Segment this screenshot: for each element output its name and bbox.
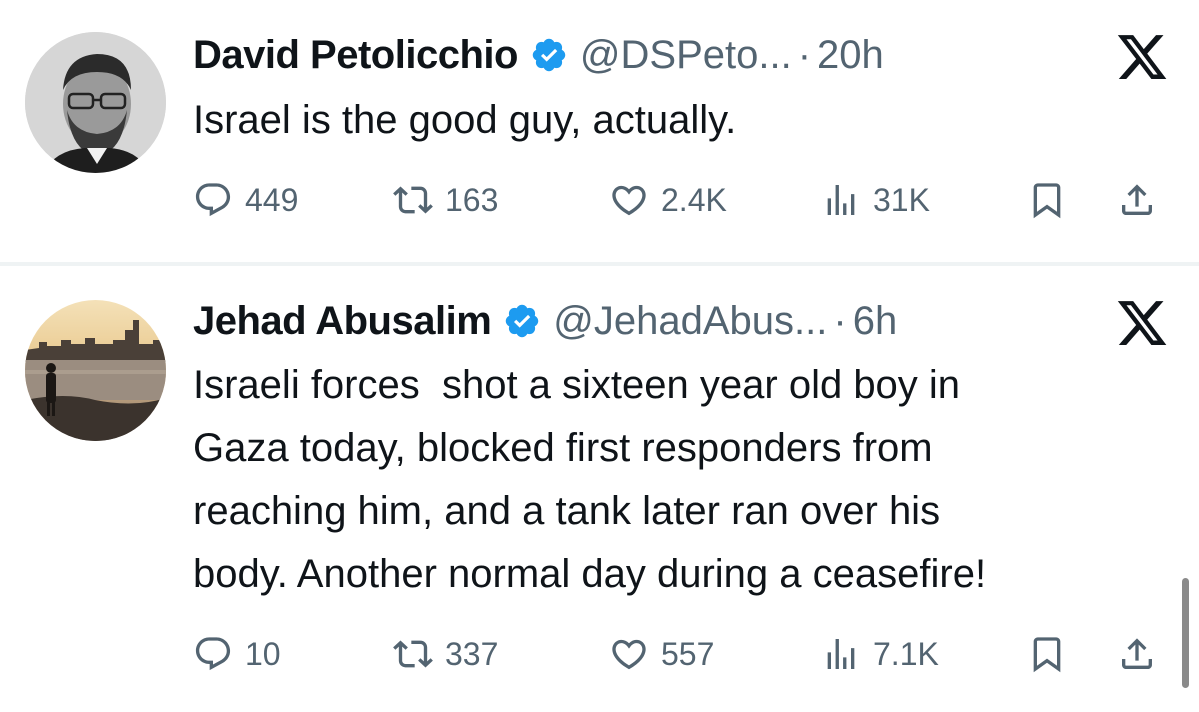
author-handle[interactable]: @JehadAbus... — [553, 299, 827, 344]
x-logo-icon[interactable] — [1115, 296, 1169, 350]
author-name[interactable]: David Petolicchio — [193, 33, 518, 78]
retweet-button[interactable]: 163 — [393, 176, 498, 224]
reply-count: 449 — [245, 181, 299, 218]
reply-icon — [195, 183, 231, 217]
tweet-actions: 10 337 557 7.1K — [193, 630, 1173, 678]
bookmark-button[interactable] — [1027, 630, 1067, 678]
like-icon — [612, 185, 646, 216]
tweet-text-line: Gaza today, blocked first responders fro… — [193, 426, 933, 470]
tweet-2[interactable]: Jehad Abusalim @JehadAbus... · 6h Israel… — [0, 266, 1199, 712]
views-icon — [827, 639, 855, 669]
tweet-text-line: reaching him, and a tank later ran over … — [193, 489, 941, 533]
verified-badge-icon — [503, 302, 541, 340]
share-button[interactable] — [1117, 630, 1157, 678]
tweet-actions: 449 163 2.4K 31K — [193, 176, 1173, 224]
like-button[interactable]: 2.4K — [609, 176, 727, 224]
reply-icon — [195, 637, 231, 671]
tweet-header: Jehad Abusalim @JehadAbus... · 6h — [193, 296, 897, 346]
scrollbar[interactable] — [1182, 578, 1189, 688]
timestamp[interactable]: 6h — [853, 299, 898, 344]
views-count: 7.1K — [873, 635, 939, 672]
retweet-count: 163 — [445, 181, 499, 218]
views-icon — [827, 185, 855, 215]
share-button[interactable] — [1117, 176, 1157, 224]
timestamp[interactable]: 20h — [817, 33, 884, 78]
author-name[interactable]: Jehad Abusalim — [193, 299, 492, 344]
tweet-text: Israel is the good guy, actually. — [193, 89, 1153, 152]
verified-badge-icon — [530, 36, 568, 74]
retweet-button[interactable]: 337 — [393, 630, 498, 678]
tweet-text-line: body. Another normal day during a ceasef… — [193, 552, 987, 596]
tweet-header: David Petolicchio @DSPeto... · 20h — [193, 30, 884, 80]
share-icon — [1122, 184, 1152, 215]
reply-count: 10 — [245, 635, 281, 672]
avatar[interactable] — [25, 32, 166, 173]
like-button[interactable]: 557 — [609, 630, 714, 678]
like-icon — [612, 639, 646, 670]
retweet-count: 337 — [445, 635, 499, 672]
x-logo-icon[interactable] — [1115, 30, 1169, 84]
tweet-1[interactable]: David Petolicchio @DSPeto... · 20h Israe… — [0, 0, 1199, 262]
share-icon — [1122, 638, 1152, 669]
retweet-icon — [393, 640, 433, 668]
tweet-text-line: Israel is the good guy, actually. — [193, 98, 737, 142]
reply-button[interactable]: 449 — [193, 176, 298, 224]
author-handle[interactable]: @DSPeto... — [580, 33, 792, 78]
views-button[interactable]: 31K — [821, 176, 930, 224]
separator-dot: · — [797, 32, 812, 77]
like-count: 557 — [661, 635, 715, 672]
retweet-icon — [393, 186, 433, 214]
like-count: 2.4K — [661, 181, 727, 218]
bookmark-icon — [1033, 637, 1061, 673]
avatar[interactable] — [25, 300, 166, 441]
tweet-text-line: Israeli forces shot a sixteen year old b… — [193, 363, 961, 407]
bookmark-icon — [1033, 183, 1061, 219]
separator-dot: · — [833, 298, 847, 343]
reply-button[interactable]: 10 — [193, 630, 281, 678]
views-count: 31K — [873, 181, 930, 218]
bookmark-button[interactable] — [1027, 176, 1067, 224]
views-button[interactable]: 7.1K — [821, 630, 939, 678]
tweet-text: Israeli forces shot a sixteen year old b… — [193, 354, 1153, 606]
